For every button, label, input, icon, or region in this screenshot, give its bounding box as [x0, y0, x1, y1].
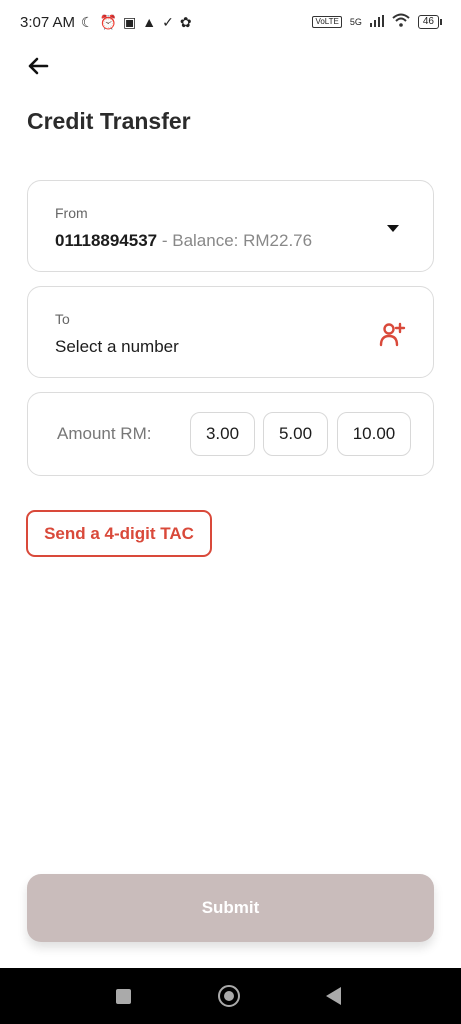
- amount-option-5[interactable]: 5.00: [263, 412, 328, 456]
- status-bar-right: VoLTE 5G 46: [312, 13, 443, 31]
- network-type: 5G: [349, 17, 362, 27]
- system-nav-bar: [0, 968, 461, 1024]
- upload-icon: ▲: [142, 14, 157, 30]
- status-bar-left: 3:07 AM ☾ ⏰ ▣ ▲ ✓ ✿: [20, 14, 192, 31]
- back-button[interactable]: [24, 52, 52, 80]
- wifi-icon: [392, 13, 410, 31]
- check-icon: ✓: [162, 13, 174, 30]
- home-icon[interactable]: [218, 985, 240, 1007]
- nfc-icon: ▣: [123, 13, 137, 30]
- amount-option-3[interactable]: 3.00: [190, 412, 255, 456]
- volte-icon: VoLTE: [312, 16, 342, 28]
- to-placeholder: Select a number: [55, 337, 179, 356]
- arrow-left-icon: [28, 57, 49, 75]
- amount-option-10[interactable]: 10.00: [337, 412, 411, 456]
- to-label: To: [55, 311, 70, 327]
- back-triangle-icon[interactable]: [326, 987, 341, 1005]
- from-value: 01118894537 - Balance: RM22.76: [55, 231, 312, 251]
- page-title: Credit Transfer: [27, 108, 191, 134]
- from-number: 01118894537: [55, 231, 158, 250]
- amount-selector: Amount RM: 3.00 5.00 10.00: [27, 392, 434, 476]
- signal-icon: [369, 14, 384, 31]
- send-tac-button[interactable]: Send a 4-digit TAC: [26, 510, 212, 557]
- from-label: From: [55, 205, 88, 221]
- amount-label: Amount RM:: [57, 424, 152, 443]
- moon-icon: ☾: [81, 13, 94, 30]
- to-number-selector[interactable]: To Select a number: [27, 286, 434, 378]
- caret-down-icon[interactable]: [387, 225, 399, 232]
- recent-apps-icon[interactable]: [116, 989, 131, 1004]
- status-bar: 3:07 AM ☾ ⏰ ▣ ▲ ✓ ✿ VoLTE 5G 46: [0, 0, 461, 44]
- battery-icon: 46: [417, 15, 443, 29]
- status-time: 3:07 AM: [20, 13, 76, 31]
- from-balance: - Balance: RM22.76: [157, 231, 313, 250]
- add-contact-icon[interactable]: [378, 321, 406, 349]
- status-icons: ☾ ⏰ ▣ ▲ ✓ ✿: [81, 14, 192, 31]
- from-account-selector[interactable]: From 01118894537 - Balance: RM22.76: [27, 180, 434, 272]
- settings-icon: ✿: [179, 13, 192, 30]
- submit-button[interactable]: Submit: [27, 874, 434, 942]
- alarm-icon: ⏰: [99, 13, 118, 30]
